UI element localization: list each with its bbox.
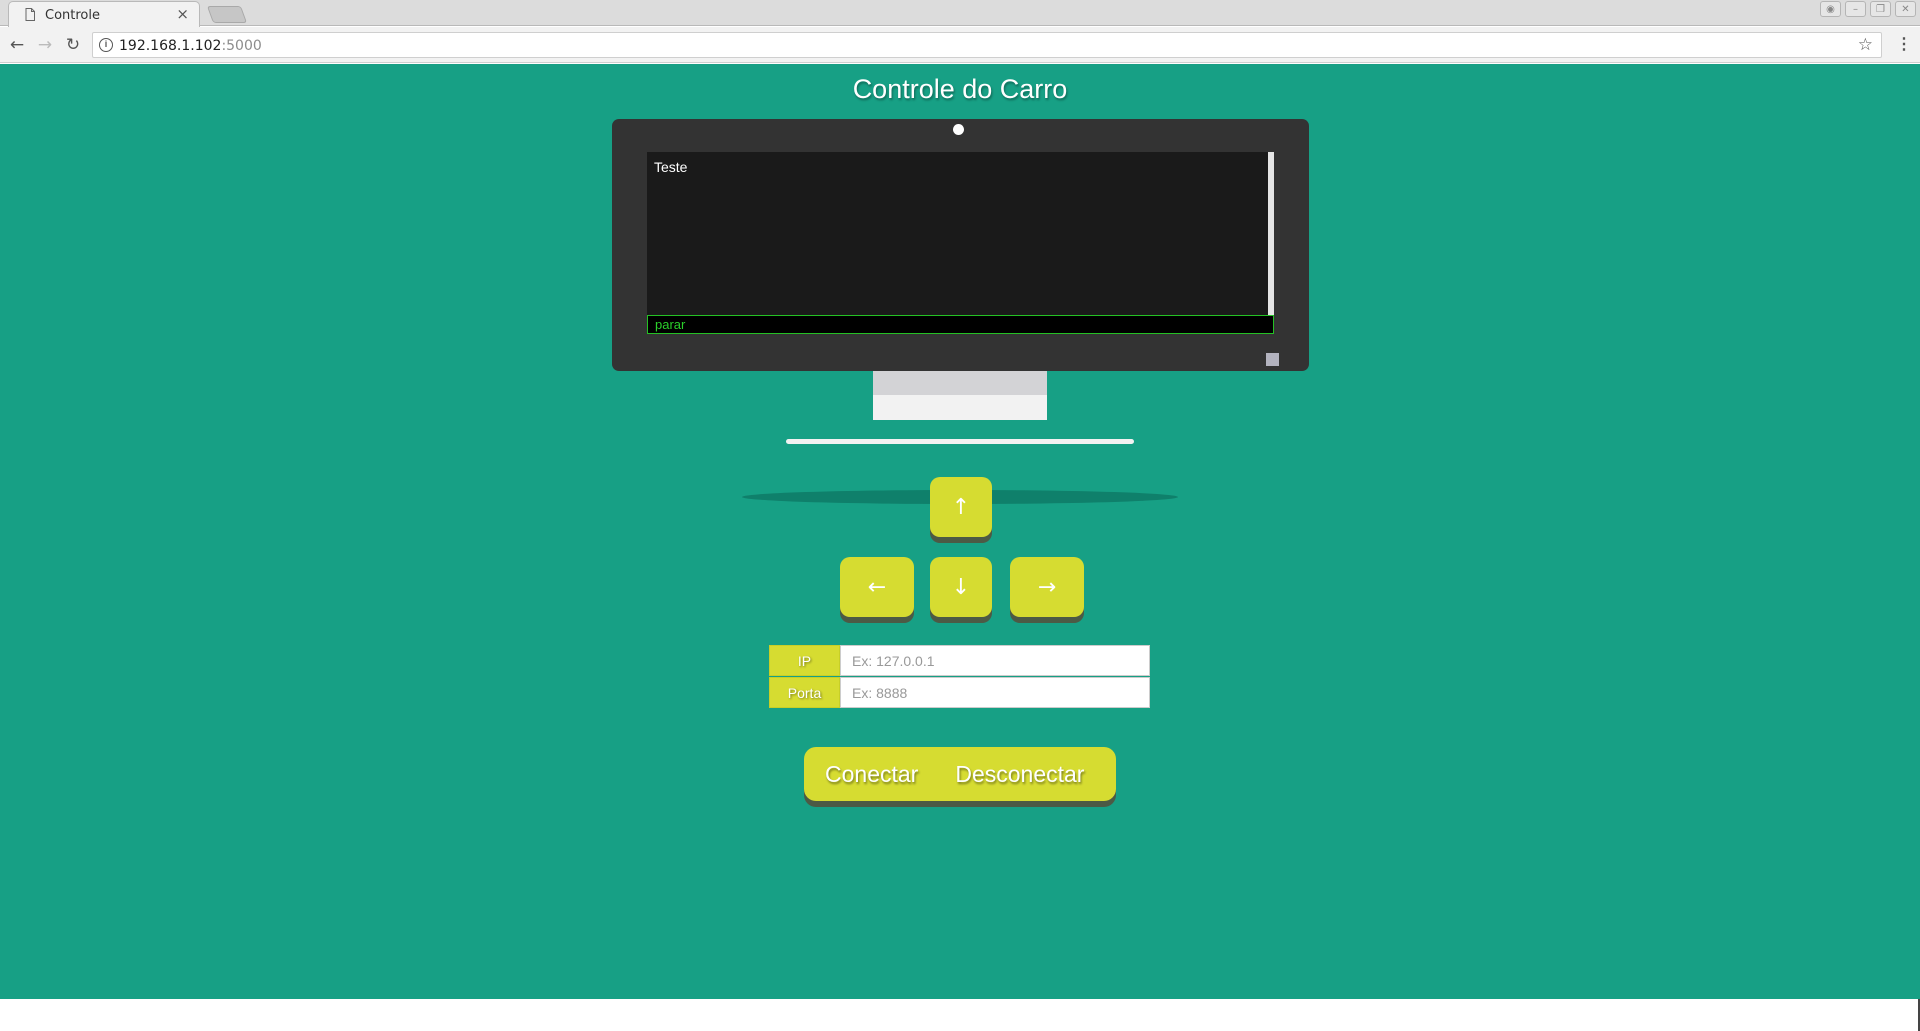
- tab-controle[interactable]: Controle ×: [8, 1, 200, 27]
- minimize-icon[interactable]: –: [1845, 1, 1866, 17]
- monitor-stand-neck-lower: [873, 395, 1047, 420]
- kebab-menu-icon[interactable]: ⋮: [1896, 34, 1912, 54]
- screen-scrollbar[interactable]: [1268, 152, 1274, 315]
- url-port: :5000: [221, 38, 262, 54]
- star-icon[interactable]: ☆: [1858, 35, 1873, 55]
- page-title: Controle do Carro: [852, 74, 1068, 104]
- right-button[interactable]: →: [1010, 557, 1084, 617]
- ip-field-row: IP: [769, 645, 1150, 676]
- new-tab-button[interactable]: [206, 6, 248, 23]
- down-button[interactable]: ↓: [930, 557, 992, 617]
- monitor-stand-neck: [873, 371, 1047, 395]
- port-input[interactable]: [840, 677, 1150, 708]
- close-tab-icon[interactable]: ×: [176, 5, 189, 23]
- page-icon: [25, 8, 35, 21]
- output-text: Teste: [654, 159, 688, 175]
- monitor-frame: Teste: [612, 119, 1309, 371]
- profile-icon[interactable]: ◉: [1820, 1, 1841, 17]
- address-bar[interactable]: i 192.168.1.102:5000 ☆: [92, 32, 1882, 58]
- tab-title: Controle: [45, 8, 100, 23]
- left-button[interactable]: ←: [840, 557, 914, 617]
- disconnect-button[interactable]: Desconectar: [955, 761, 1084, 788]
- output-screen: Teste: [647, 152, 1274, 315]
- camera-dot: [953, 124, 964, 135]
- restore-icon[interactable]: ❐: [1870, 1, 1891, 17]
- url-host: 192.168.1.102: [119, 38, 222, 54]
- monitor-stand-base: [786, 439, 1134, 444]
- connection-button-group: Conectar Desconectar: [804, 747, 1116, 801]
- reload-icon[interactable]: ↻: [62, 34, 84, 56]
- ip-input[interactable]: [840, 645, 1150, 676]
- connect-button[interactable]: Conectar: [825, 761, 918, 788]
- power-button[interactable]: [1266, 353, 1279, 366]
- up-button[interactable]: ↑: [930, 477, 992, 537]
- close-window-icon[interactable]: ✕: [1895, 1, 1916, 17]
- port-field-row: Porta: [769, 677, 1150, 708]
- back-arrow-icon[interactable]: ←: [6, 34, 28, 56]
- forward-arrow-icon[interactable]: →: [34, 34, 56, 56]
- command-input[interactable]: [647, 315, 1274, 334]
- browser-toolbar: ← → ↻ i 192.168.1.102:5000 ☆ ⋮: [0, 27, 1920, 63]
- port-label: Porta: [769, 677, 840, 708]
- page-body: Controle do Carro Teste ↑ ← ↓ → IP Porta…: [0, 64, 1920, 999]
- window-controls: ◉ – ❐ ✕: [1820, 1, 1916, 17]
- tab-strip: Controle × ◉ – ❐ ✕: [0, 0, 1920, 27]
- info-icon[interactable]: i: [99, 38, 113, 52]
- ip-label: IP: [769, 645, 840, 676]
- url-text[interactable]: 192.168.1.102:5000: [119, 38, 262, 54]
